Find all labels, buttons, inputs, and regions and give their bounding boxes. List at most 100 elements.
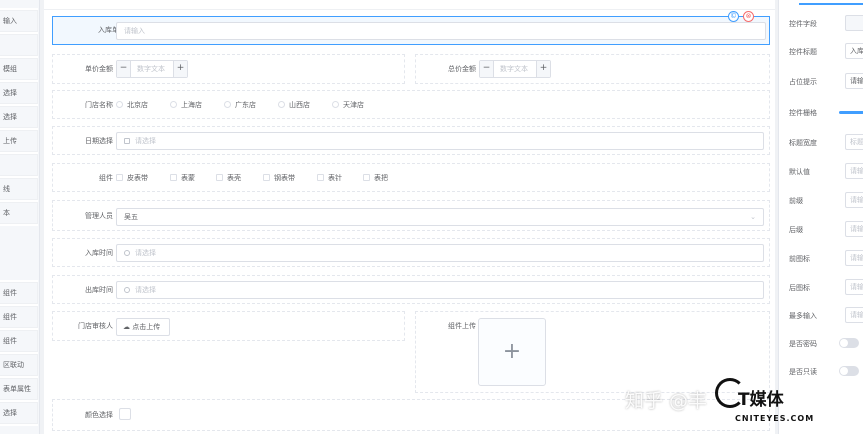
form-row: 出库时间 请选择	[52, 275, 770, 304]
form-col: 单价金额 − 数字文本 +	[52, 54, 405, 84]
component-item[interactable]: 模组	[0, 58, 38, 80]
form-row: 门店名称 北京店 上海店 广东店 山西店 天津店	[52, 90, 770, 119]
part-checkbox[interactable]: 表蒙	[170, 164, 195, 192]
prop-label: 控件字段	[789, 20, 817, 28]
store-radio[interactable]: 广东店	[224, 91, 256, 119]
watermark-text: 知乎 @丰	[625, 390, 708, 412]
manager-select[interactable]: 吴五 ⌄	[116, 208, 764, 226]
part-checkbox[interactable]: 表把	[363, 164, 388, 192]
component-item[interactable]: 线	[0, 178, 38, 200]
component-item[interactable]: 组件	[0, 330, 38, 352]
part-checkbox[interactable]: 表针	[317, 164, 342, 192]
prop-field-key[interactable]	[845, 15, 863, 31]
upload-button[interactable]: ☁ 点击上传	[116, 318, 170, 336]
store-radio[interactable]: 山西店	[278, 91, 310, 119]
form-row: 入库时间 请选择	[52, 238, 770, 267]
stepper-placeholder: 数字文本	[137, 65, 165, 73]
receipt-input[interactable]: 请输入	[116, 22, 766, 40]
field-label: 总价金额	[448, 65, 476, 73]
in-time-picker[interactable]: 请选择	[116, 244, 764, 262]
component-group-basic: 输入 模组 选择 选择 上传 线 本	[0, 8, 38, 226]
component-item[interactable]: 选择	[0, 82, 38, 104]
color-picker[interactable]	[119, 408, 131, 420]
field-label: 组件上传	[448, 322, 476, 330]
form-row: 组件 皮表带 表蒙 表壳 钢表带 表针 表把	[52, 163, 770, 192]
field-label: 日期选择	[85, 137, 113, 145]
part-checkbox[interactable]: 皮表带	[116, 164, 148, 192]
prop-label: 是否密码	[789, 340, 817, 348]
delete-icon[interactable]: ⊗	[743, 11, 754, 22]
part-checkbox[interactable]: 表壳	[216, 164, 241, 192]
component-item[interactable]: 区联动	[0, 354, 38, 376]
field-label: 单价金额	[85, 65, 113, 73]
form-row: 日期选择 请选择	[52, 126, 770, 155]
clock-icon	[124, 250, 130, 256]
password-switch[interactable]	[839, 338, 859, 348]
prop-label: 默认值	[789, 168, 810, 176]
component-item[interactable]: 上传	[0, 130, 38, 152]
out-time-picker[interactable]: 请选择	[116, 281, 764, 299]
store-radio[interactable]: 上海店	[170, 91, 202, 119]
canvas-toolbar	[44, 0, 775, 10]
field-label: 门店审核人	[78, 322, 113, 330]
form-row: 单价金额 − 数字文本 + 总价金额 − 数字文本 +	[52, 54, 770, 84]
radio-circle	[116, 101, 123, 108]
prop-suffix-icon-input[interactable]: 请输	[845, 279, 863, 295]
form-col: 门店审核人 ☁ 点击上传	[52, 311, 405, 341]
total-price-stepper[interactable]: − 数字文本 +	[479, 60, 551, 78]
component-item[interactable]: 表单属性	[0, 378, 38, 400]
component-item[interactable]: 选择	[0, 106, 38, 128]
chevron-down-icon: ⌄	[750, 213, 756, 221]
radio-circle	[278, 101, 285, 108]
copy-icon[interactable]: ©	[728, 11, 739, 22]
plus-icon[interactable]: +	[173, 61, 187, 77]
prop-prefix-input[interactable]: 请输	[845, 192, 863, 208]
component-item[interactable]: 本	[0, 202, 38, 224]
watermark: 知乎 @丰 T媒体 CNITEYES.COM	[620, 376, 863, 434]
brand-domain: CNITEYES.COM	[735, 414, 815, 423]
field-label: 入库时间	[85, 249, 113, 257]
minus-icon[interactable]: −	[480, 61, 494, 77]
prop-default-input[interactable]: 请输	[845, 163, 863, 179]
minus-icon[interactable]: −	[117, 61, 131, 77]
store-radio[interactable]: 北京店	[116, 91, 148, 119]
unit-price-stepper[interactable]: − 数字文本 +	[116, 60, 188, 78]
clock-icon	[124, 287, 130, 293]
component-item[interactable]: 选择	[0, 402, 38, 424]
store-radio[interactable]: 天津店	[332, 91, 364, 119]
component-item[interactable]: 组件	[0, 306, 38, 328]
prop-label: 前缀	[789, 197, 803, 205]
checkbox-square	[263, 174, 270, 181]
prop-suffix-input[interactable]: 请输	[845, 221, 863, 237]
field-label: 入库单	[98, 26, 119, 34]
checkbox-square	[216, 174, 223, 181]
date-picker[interactable]: 请选择	[116, 132, 764, 150]
component-panel: 输入 模组 选择 选择 上传 线 本 组件 组件 组件 区联动 表单属性 选择	[0, 0, 40, 434]
calendar-icon	[124, 138, 130, 144]
grid-slider[interactable]	[839, 111, 863, 114]
component-group-advanced: 组件 组件 组件 区联动 表单属性 选择	[0, 280, 38, 426]
plus-icon[interactable]: +	[536, 61, 550, 77]
prop-max-input[interactable]: 请输	[845, 307, 863, 323]
prop-width-input[interactable]: 标题	[845, 134, 863, 150]
component-item[interactable]	[0, 34, 38, 56]
prop-title-input[interactable]: 入库	[845, 43, 863, 59]
form-row-selected[interactable]: 入库单 请输入 © ⊗	[52, 11, 770, 45]
property-tab-active[interactable]	[799, 0, 863, 5]
prop-label: 后图标	[789, 284, 810, 292]
form-canvas: 入库单 请输入 © ⊗ 单价金额 − 数字文本 + 总价金额 − 数字文本 + …	[44, 0, 775, 434]
prop-placeholder-input[interactable]: 请输	[845, 73, 863, 89]
prop-label: 标题宽度	[789, 139, 817, 147]
field-label: 颜色选择	[85, 411, 113, 419]
form-row: 管理人员 吴五 ⌄	[52, 200, 770, 231]
prop-prefix-icon-input[interactable]: 请输	[845, 250, 863, 266]
component-item[interactable]: 输入	[0, 10, 38, 32]
component-item[interactable]: 组件	[0, 282, 38, 304]
prop-label: 后缀	[789, 226, 803, 234]
radio-circle	[332, 101, 339, 108]
image-upload-box[interactable]: +	[478, 318, 546, 386]
readonly-switch[interactable]	[839, 366, 859, 376]
field-label: 出库时间	[85, 286, 113, 294]
part-checkbox[interactable]: 钢表带	[263, 164, 295, 192]
component-item[interactable]	[0, 154, 38, 176]
